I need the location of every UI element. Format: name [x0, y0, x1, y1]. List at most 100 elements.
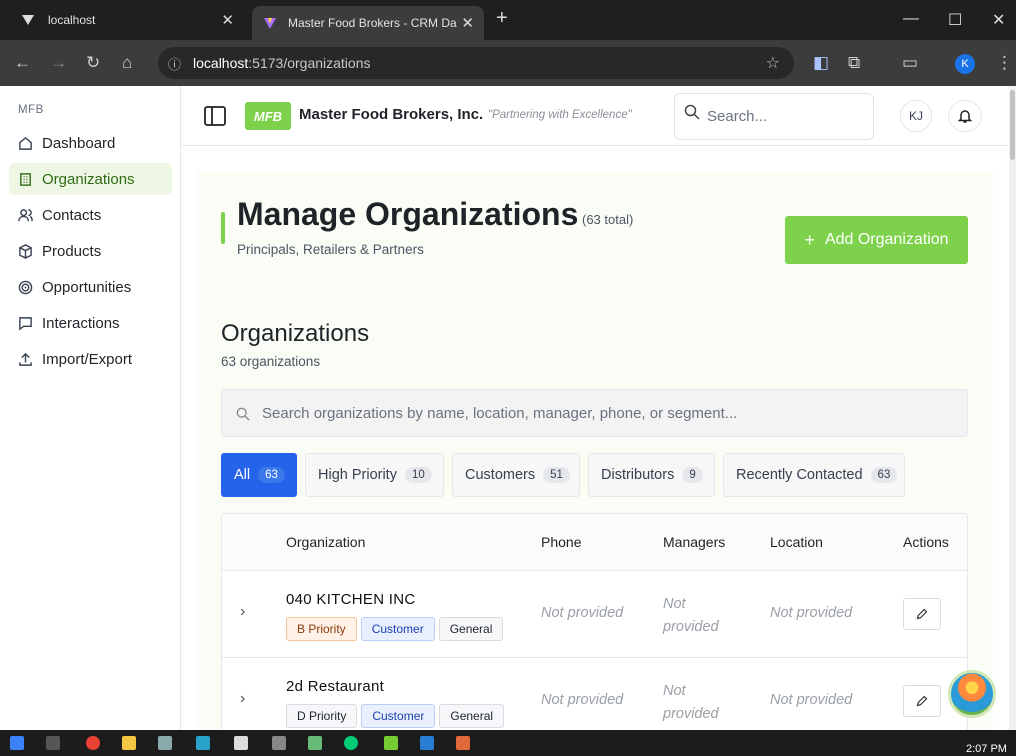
tab-crm[interactable]: Master Food Brokers - CRM Da ✕ [252, 6, 484, 40]
sidebar-item-opportunities[interactable]: Opportunities [9, 271, 172, 303]
edge-icon[interactable] [344, 736, 358, 750]
section-title: Organizations [221, 320, 370, 347]
chrome-icon[interactable] [86, 736, 100, 750]
file-explorer-icon[interactable] [122, 736, 136, 750]
tab-title: localhost [48, 13, 96, 27]
search-placeholder: Search... [707, 108, 768, 125]
home-icon [17, 135, 33, 151]
vscode-icon[interactable] [420, 736, 434, 750]
pencil-icon [916, 695, 928, 707]
organization-search-input[interactable]: Search organizations by name, location, … [221, 389, 968, 437]
organization-search-placeholder: Search organizations by name, location, … [262, 404, 738, 422]
column-header-managers[interactable]: Managers [663, 534, 725, 550]
app-icon[interactable] [272, 736, 286, 750]
close-tab-icon[interactable]: ✕ [221, 11, 234, 29]
filter-distributors[interactable]: Distributors 9 [588, 453, 715, 497]
priority-badge: D Priority [286, 704, 358, 728]
edit-button[interactable] [903, 598, 941, 630]
cast-icon[interactable]: ▭ [902, 53, 918, 73]
scrollbar-thumb[interactable] [1010, 90, 1015, 160]
url-host: localhost [193, 55, 249, 71]
address-bar-row: ← → ↻ ⌂ ⓘ localhost:5173/organizations ☆… [0, 40, 1016, 86]
global-search-input[interactable]: Search... [674, 93, 874, 140]
reload-icon[interactable]: ↻ [86, 53, 100, 73]
windows-start-icon[interactable] [10, 736, 24, 750]
filter-count: 51 [543, 467, 570, 483]
app-icon-3[interactable] [384, 736, 398, 750]
back-icon[interactable]: ← [14, 53, 31, 73]
filter-count: 63 [258, 467, 285, 483]
add-organization-label: Add Organization [824, 231, 949, 248]
sidebar-item-label: Organizations [42, 170, 135, 188]
forward-icon[interactable]: → [50, 53, 67, 73]
sidebar-item-contacts[interactable]: Contacts [9, 199, 172, 231]
settings-icon[interactable] [158, 736, 172, 750]
expand-chevron-icon[interactable]: › [240, 603, 245, 621]
sidebar-item-dashboard[interactable]: Dashboard [9, 127, 172, 159]
home-icon[interactable]: ⌂ [122, 53, 132, 73]
minimize-icon[interactable]: — [903, 10, 919, 28]
edit-button[interactable] [903, 685, 941, 717]
filter-label: Customers [465, 467, 536, 483]
table-header: Organization Phone Managers Location Act… [222, 514, 967, 571]
sidebar-item-interactions[interactable]: Interactions [9, 307, 172, 339]
extensions-icon[interactable]: ⧉ [848, 53, 860, 73]
close-tab-icon[interactable]: ✕ [461, 14, 474, 32]
column-header-organization[interactable]: Organization [286, 534, 365, 550]
app-icon-2[interactable] [308, 736, 322, 750]
filter-high-priority[interactable]: High Priority 10 [305, 453, 444, 497]
task-view-icon[interactable] [46, 736, 60, 750]
sidebar-item-label: Products [42, 242, 102, 260]
content-panel: Manage Organizations (63 total) Principa… [197, 172, 993, 743]
filter-label: Distributors [601, 467, 675, 483]
plus-icon: + [804, 229, 815, 250]
organization-name[interactable]: 2d Restaurant [286, 678, 384, 695]
location-value: Not provided [770, 692, 853, 708]
filter-count: 63 [870, 467, 898, 483]
expand-chevron-icon[interactable]: › [240, 690, 245, 708]
filter-count: 10 [404, 467, 432, 483]
sidebar: MFB Dashboard Organizations Contacts Pro… [0, 86, 181, 730]
location-value: Not provided [770, 605, 853, 621]
filter-customers[interactable]: Customers 51 [452, 453, 580, 497]
user-avatar[interactable]: KJ [900, 100, 932, 132]
sidebar-item-products[interactable]: Products [9, 235, 172, 267]
tab-localhost[interactable]: localhost ✕ [14, 6, 244, 34]
building-icon [17, 171, 33, 187]
app-icon-4[interactable] [456, 736, 470, 750]
sidebar-item-organizations[interactable]: Organizations [9, 163, 172, 195]
sidebar-item-import-export[interactable]: Import/Export [9, 343, 172, 375]
add-organization-button[interactable]: + Add Organization [785, 216, 968, 264]
upload-icon [17, 351, 33, 367]
page-scrollbar[interactable] [1009, 86, 1016, 730]
filter-all[interactable]: All 63 [221, 453, 297, 497]
new-tab-icon[interactable]: + [496, 7, 508, 30]
column-header-phone[interactable]: Phone [541, 534, 581, 550]
notepad-icon[interactable] [234, 736, 248, 750]
terminal-icon[interactable] [196, 736, 210, 750]
users-icon [17, 207, 33, 223]
site-info-icon[interactable]: ⓘ [168, 54, 181, 73]
maximize-icon[interactable]: ☐ [948, 10, 962, 30]
taskbar-clock: 2:07 PM [966, 743, 1007, 755]
url-path: :5173/organizations [248, 55, 371, 71]
organization-name[interactable]: 040 KITCHEN INC [286, 591, 416, 608]
floating-assistant-avatar[interactable] [948, 670, 996, 718]
bookmark-star-icon[interactable]: ☆ [766, 53, 780, 73]
segment-badge: General [439, 704, 505, 728]
page-total-count: (63 total) [582, 212, 634, 227]
sidebar-toggle-icon[interactable] [204, 106, 226, 126]
extension-shield-icon[interactable]: ◧ [813, 53, 829, 73]
column-header-location[interactable]: Location [770, 534, 823, 550]
menu-icon[interactable]: ⋮ [996, 53, 1013, 73]
url-bar[interactable]: ⓘ localhost:5173/organizations ☆ [158, 47, 794, 79]
filter-recently-contacted[interactable]: Recently Contacted 63 [723, 453, 905, 497]
filter-label: High Priority [318, 467, 397, 483]
notifications-button[interactable] [948, 100, 982, 132]
table-row[interactable]: › 040 KITCHEN INC B Priority Customer Ge… [222, 571, 967, 658]
topbar: MFB Master Food Brokers, Inc. "Partnerin… [181, 86, 1016, 146]
sidebar-item-label: Import/Export [42, 350, 133, 368]
close-window-icon[interactable]: ✕ [992, 10, 1005, 30]
profile-avatar[interactable]: K [955, 54, 975, 74]
package-icon [17, 243, 33, 259]
